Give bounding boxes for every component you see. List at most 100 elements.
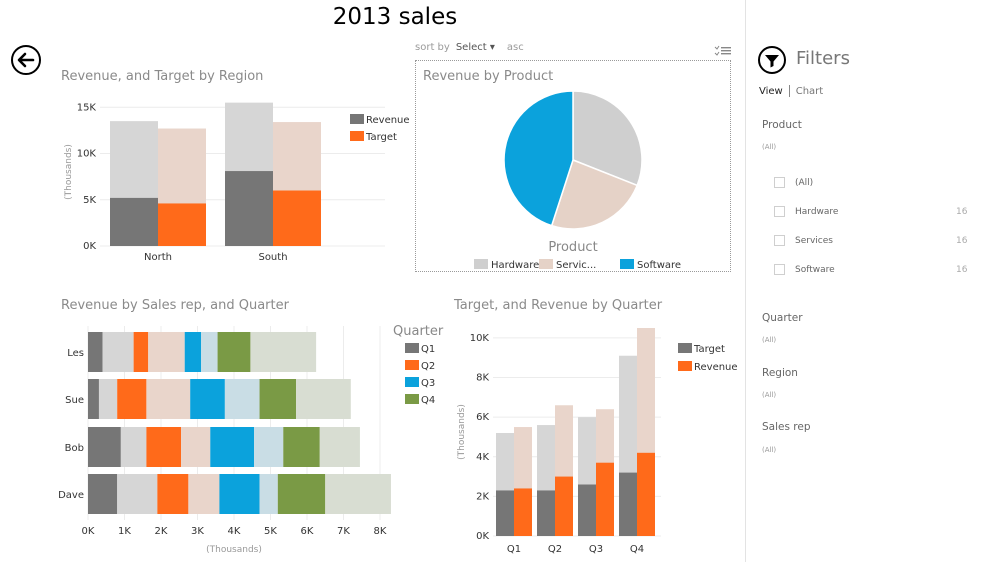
view-switch: View Chart: [759, 85, 823, 97]
bar-highlight: [157, 474, 189, 514]
bar-total: [254, 427, 284, 467]
filter-item-label: Software: [795, 264, 835, 275]
back-arrow-icon: [11, 45, 41, 75]
bar-total: [98, 379, 118, 419]
x-tick-label: 2K: [155, 526, 168, 537]
quarter-filter-title[interactable]: Quarter: [762, 312, 803, 324]
y-tick-label: 5K: [83, 195, 96, 206]
legend-swatch: [350, 114, 364, 124]
filter-item-services[interactable]: Services: [774, 235, 833, 246]
filter-pane-divider: [745, 0, 746, 562]
y-tick-label: 8K: [476, 373, 489, 384]
filters-button[interactable]: [757, 45, 787, 79]
legend-label: Servic...: [556, 260, 596, 271]
bar-highlight: [110, 197, 158, 246]
bar-total: [117, 474, 158, 514]
bar-total: [296, 379, 351, 419]
quarter-chart[interactable]: 0K 2K 4K 6K 8K 10K (Thousands) Q1 Q2 Q3 Q4 Target Re…: [450, 320, 740, 560]
filter-item-label: Hardware: [795, 206, 839, 217]
bar-highlight: [117, 379, 147, 419]
x-tick-label: North: [144, 252, 172, 263]
salesrep-filter-selection: (All): [762, 446, 777, 454]
legend-label: Hardware: [491, 260, 539, 271]
bar-total: [181, 427, 211, 467]
bar-highlight: [219, 474, 260, 514]
bar-highlight: [277, 474, 326, 514]
bar-highlight: [555, 476, 573, 536]
legend-label: Q1: [421, 344, 435, 355]
bar-highlight: [637, 452, 655, 536]
x-tick-label: South: [258, 252, 287, 263]
bar-highlight: [146, 427, 182, 467]
back-button[interactable]: [10, 44, 42, 76]
product-filter-title[interactable]: Product: [762, 119, 802, 131]
bar-total: [325, 474, 391, 514]
legend-label: Q2: [421, 361, 435, 372]
quarter-filter-selection: (All): [762, 336, 777, 344]
product-chart[interactable]: Product Hardware Servic... Software: [416, 88, 730, 272]
filter-item-label: (All): [795, 177, 814, 188]
bar-highlight: [88, 427, 121, 467]
filter-item-software[interactable]: Software: [774, 264, 835, 275]
y-tick-label: 0K: [476, 531, 489, 542]
page-title: 2013 sales: [332, 4, 458, 30]
view-switch-separator: [788, 85, 790, 97]
chevron-down-icon: ▾: [489, 42, 495, 53]
checkbox[interactable]: [774, 235, 785, 246]
legend-swatch: [405, 343, 419, 353]
y-tick-label: 4K: [476, 452, 489, 463]
legend-label: Software: [637, 260, 681, 271]
y-axis-label: (Thousands): [64, 144, 74, 200]
legend-swatch: [620, 259, 634, 269]
checkbox[interactable]: [774, 177, 785, 188]
bar-highlight: [596, 462, 614, 536]
chart-tab[interactable]: Chart: [796, 86, 823, 97]
region-chart[interactable]: 0K 5K 10K 15K (Thousands) North South Revenue Ta…: [55, 92, 415, 272]
sort-order[interactable]: asc: [507, 42, 524, 53]
x-tick-label: 3K: [191, 526, 204, 537]
bar-total: [148, 332, 185, 372]
bar-total: [201, 332, 218, 372]
bar-highlight: [259, 379, 297, 419]
legend-swatch: [678, 343, 692, 353]
legend-swatch: [405, 360, 419, 370]
bar-highlight: [496, 490, 514, 536]
legend-label: Target: [365, 132, 397, 143]
bar-highlight: [619, 472, 637, 536]
bar-highlight: [184, 332, 202, 372]
list-icon: [714, 45, 731, 56]
bar-total: [319, 427, 360, 467]
bar-total: [102, 332, 134, 372]
bar-total: [259, 474, 278, 514]
sort-label: sort by: [415, 42, 450, 53]
salesrep-filter-title[interactable]: Sales rep: [762, 421, 811, 433]
bar-total: [188, 474, 220, 514]
salesrep-chart[interactable]: 0K 1K 2K 3K 4K 5K 6K 7K 8K (Thousands) Les Sue Bob Da…: [55, 320, 450, 560]
checkbox[interactable]: [774, 264, 785, 275]
bar-highlight: [578, 484, 596, 536]
legend-label: Q4: [421, 395, 435, 406]
bar-highlight: [88, 379, 99, 419]
filter-item-all[interactable]: (All): [774, 177, 813, 188]
x-tick-label: 5K: [264, 526, 277, 537]
legend-swatch: [405, 394, 419, 404]
y-tick-label: Les: [67, 348, 84, 359]
quarter-chart-title: Target, and Revenue by Quarter: [454, 298, 663, 313]
filter-item-hardware[interactable]: Hardware: [774, 206, 838, 217]
tile-view-button[interactable]: [714, 42, 732, 61]
filter-item-count: 16: [956, 207, 968, 217]
legend-title: Quarter: [393, 324, 444, 339]
y-tick-label: Sue: [65, 395, 84, 406]
view-tab[interactable]: View: [759, 86, 783, 97]
bar-highlight: [133, 332, 149, 372]
bar-highlight: [225, 171, 273, 246]
x-tick-label: Q3: [589, 544, 603, 555]
sort-select[interactable]: Select ▾: [456, 42, 495, 53]
region-filter-title[interactable]: Region: [762, 367, 798, 379]
x-axis-label: (Thousands): [206, 545, 262, 555]
product-chart-title: Revenue by Product: [423, 69, 554, 84]
x-tick-label: 4K: [228, 526, 241, 537]
checkbox[interactable]: [774, 206, 785, 217]
region-filter-selection: (All): [762, 391, 777, 399]
filter-item-count: 16: [956, 236, 968, 246]
